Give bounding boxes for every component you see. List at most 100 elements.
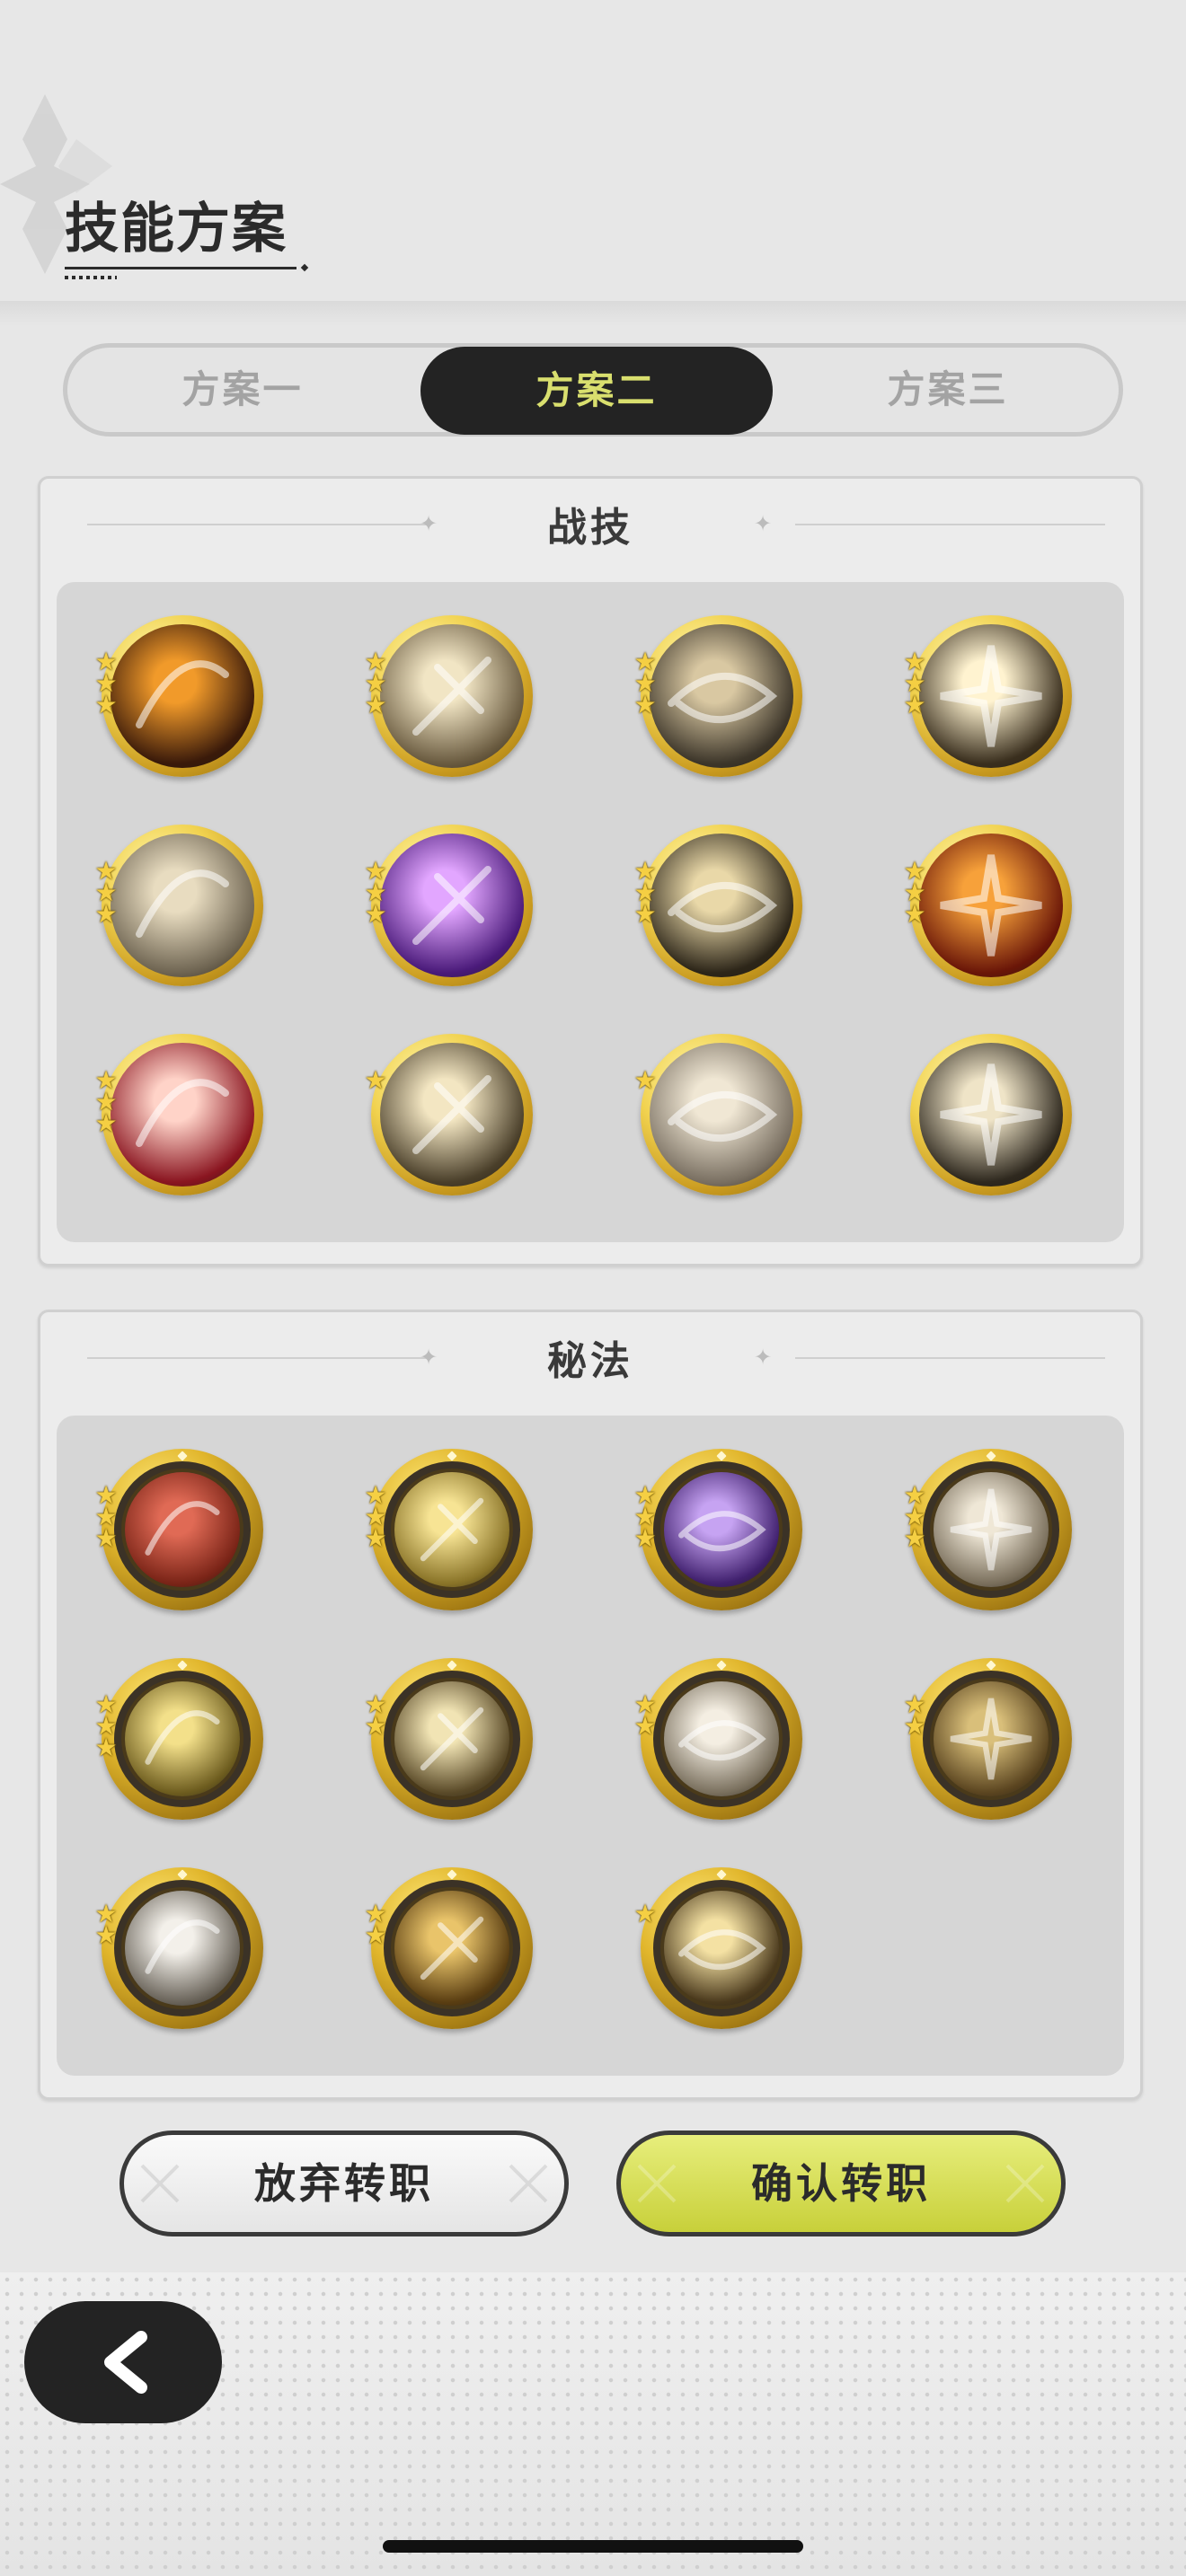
star-icon: ★: [633, 1523, 657, 1553]
star-icon: ★: [364, 1523, 387, 1553]
page-header: 技能方案: [65, 193, 296, 279]
shadow-figure-secret-icon[interactable]: ★ ★ ★: [364, 1449, 533, 1610]
skill-art: [934, 1681, 1049, 1796]
sword-burst-skill-icon[interactable]: ★ ★ ★: [364, 615, 533, 777]
fire-totem-skill-icon[interactable]: ★ ★ ★: [903, 825, 1072, 986]
star-icon: ★: [633, 1899, 657, 1928]
skill-art: [111, 624, 254, 768]
secret-arts-panel: ✦ 秘法 ✦ ★ ★ ★ ★ ★ ★ ★ ★ ★ ★ ★ ★ ★ ★ ★ ★ ★ ★ ★ ★ ★ ★ ★ ★ ★ ★: [38, 1310, 1143, 2100]
star-icon: ★: [903, 1711, 926, 1741]
star-rating: ★ ★ ★: [93, 1692, 119, 1760]
skill-art: [111, 1043, 254, 1187]
spike-burst-skill-icon[interactable]: ★: [364, 1034, 533, 1195]
tab-plan-one[interactable]: 方案一: [67, 348, 418, 432]
star-icon: ★: [903, 899, 926, 929]
star-rating: ★: [632, 1065, 659, 1095]
header-line-right: [795, 524, 1105, 525]
secret-grid: ★ ★ ★ ★ ★ ★ ★ ★ ★ ★ ★ ★ ★ ★ ★ ★ ★ ★ ★ ★ ★ ★ ★ ★ ★ ★: [57, 1416, 1124, 2076]
skill-art: [650, 834, 793, 977]
skill-art: [394, 1472, 509, 1587]
skill-art: [380, 624, 524, 768]
sparkle-icon: ✦: [753, 511, 773, 536]
heal-shield-secret-icon[interactable]: ★ ★ ★: [94, 1658, 263, 1820]
cross-ornament-icon: [637, 2164, 677, 2203]
skill-art: [125, 1681, 240, 1796]
star-icon: ★: [903, 1523, 926, 1553]
sword-upgrade-secret-icon[interactable]: ★ ★ ★: [903, 1449, 1072, 1610]
swift-slash-skill-icon[interactable]: [910, 1034, 1072, 1195]
wind-slash-skill-icon[interactable]: ★ ★ ★: [94, 825, 263, 986]
raven-secret-icon[interactable]: ★ ★ ★: [633, 1449, 802, 1610]
star-icon: ★: [94, 1108, 118, 1138]
skill-art: [394, 1681, 509, 1796]
star-rating: ★ ★ ★: [93, 859, 119, 927]
panel-header: ✦ 秘法 ✦: [40, 1312, 1140, 1411]
abandon-job-change-button[interactable]: 放弃转职: [119, 2130, 569, 2236]
skill-art: [934, 1472, 1049, 1587]
star-rating: ★ ★: [362, 1901, 389, 1948]
star-icon: ★: [364, 1711, 387, 1741]
skill-art: [919, 1043, 1063, 1187]
star-icon: ★: [94, 899, 118, 929]
abandon-label: 放弃转职: [254, 2159, 434, 2208]
red-cloth-secret-icon[interactable]: ★ ★ ★: [94, 1449, 263, 1610]
serpent-secret-icon[interactable]: ★ ★: [903, 1658, 1072, 1820]
star-rating: ★ ★ ★: [362, 1483, 389, 1553]
explosion-skill-icon[interactable]: ★ ★ ★: [903, 615, 1072, 777]
eye-secret-icon[interactable]: ★ ★: [364, 1658, 533, 1820]
star-icon: ★: [364, 690, 387, 719]
header-divider: [0, 301, 1186, 326]
skill-art: [394, 1891, 509, 2006]
combat-skills-panel: ✦ 战技 ✦ ★ ★ ★ ★ ★ ★ ★ ★ ★ ★ ★ ★ ★ ★ ★ ★ ★ ★ ★ ★ ★ ★ ★ ★ ★ ★ ★ ★ ★: [38, 476, 1143, 1266]
star-icon: ★: [633, 690, 657, 719]
skill-art: [125, 1891, 240, 2006]
skill-grid: ★ ★ ★ ★ ★ ★ ★ ★ ★ ★ ★ ★ ★ ★ ★ ★ ★ ★ ★ ★ ★ ★ ★ ★ ★ ★ ★ ★ ★: [57, 582, 1124, 1242]
chevron-left-icon: [104, 2331, 147, 2394]
star-icon: ★: [633, 1065, 657, 1095]
armor-secret-icon[interactable]: ★ ★: [364, 1867, 533, 2029]
confirm-job-change-button[interactable]: 确认转职: [616, 2130, 1066, 2236]
skill-art: [919, 624, 1063, 768]
star-rating: ★ ★ ★: [632, 859, 659, 927]
star-icon: ★: [94, 1920, 118, 1950]
confirm-label: 确认转职: [751, 2159, 931, 2208]
plan-tabs: 方案一 方案二 方案三: [63, 343, 1123, 437]
title-dots: [65, 276, 117, 279]
flame-skill-icon[interactable]: ★ ★ ★: [94, 615, 263, 777]
title-underline: [65, 267, 296, 269]
skill-art: [650, 624, 793, 768]
star-rating: ★ ★ ★: [93, 1483, 119, 1551]
tab-plan-two[interactable]: 方案二: [420, 347, 773, 435]
star-rating: ★ ★: [901, 1692, 928, 1739]
star-rating: ★: [362, 1068, 389, 1093]
star-icon: ★: [903, 690, 926, 719]
page-title: 技能方案: [65, 198, 288, 260]
dagger-secret-icon[interactable]: ★ ★: [94, 1867, 263, 2029]
skill-art: [664, 1472, 779, 1587]
star-rating: ★ ★ ★: [362, 649, 389, 718]
charge-skill-icon[interactable]: ★: [633, 1034, 802, 1195]
star-rating: ★ ★ ★: [901, 1483, 928, 1553]
cross-ornament-icon: [1005, 2164, 1045, 2203]
star-rating: ★ ★ ★: [93, 1068, 119, 1138]
sparkle-icon: ✦: [753, 1345, 773, 1370]
skill-art: [650, 1043, 793, 1187]
whirlwind-skill-icon[interactable]: ★ ★ ★: [633, 615, 802, 777]
back-button[interactable]: [24, 2301, 222, 2423]
tab-plan-three[interactable]: 方案三: [773, 348, 1123, 432]
skill-art: [664, 1891, 779, 2006]
blade-secret-icon[interactable]: ★ ★: [633, 1658, 802, 1820]
vortex-secret-icon[interactable]: ★: [633, 1867, 802, 2029]
arcane-orb-skill-icon[interactable]: ★ ★ ★: [364, 825, 533, 986]
home-indicator: [383, 2540, 803, 2553]
cross-ornament-icon: [140, 2164, 180, 2203]
star-icon: ★: [633, 1711, 657, 1741]
skill-art: [664, 1681, 779, 1796]
skill-art: [111, 834, 254, 977]
rally-skill-icon[interactable]: ★ ★ ★: [94, 1034, 263, 1195]
star-icon: ★: [633, 899, 657, 929]
star-rating: ★ ★ ★: [362, 859, 389, 927]
star-icon: ★: [94, 690, 118, 719]
cross-slash-skill-icon[interactable]: ★ ★ ★: [633, 825, 802, 986]
header-line-right: [795, 1357, 1105, 1359]
